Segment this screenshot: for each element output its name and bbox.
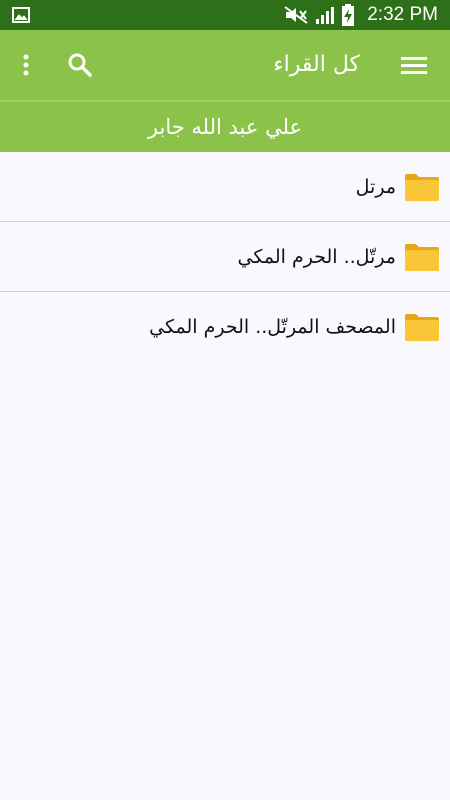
list-item[interactable]: المصحف المرتّل.. الحرم المكي — [0, 292, 450, 361]
folder-icon — [405, 173, 439, 201]
mute-icon — [284, 6, 308, 24]
recitation-list: مرتل مرتّل.. الحرم المكي المصحف المرتّل.… — [0, 152, 450, 361]
search-icon — [68, 53, 92, 77]
list-item-label: المصحف المرتّل.. الحرم المكي — [149, 315, 396, 338]
menu-button[interactable] — [390, 30, 438, 100]
app-bar: كل القراء — [0, 30, 450, 100]
list-item-label: مرتل — [355, 175, 396, 198]
folder-icon — [405, 243, 439, 271]
signal-icon — [316, 7, 335, 24]
more-vertical-icon — [23, 54, 29, 76]
folder-icon — [405, 313, 439, 341]
list-item[interactable]: مرتّل.. الحرم المكي — [0, 222, 450, 292]
status-indicators: 2:32 PM — [283, 0, 438, 30]
list-item-label: مرتّل.. الحرم المكي — [237, 245, 396, 268]
hamburger-menu-icon — [401, 57, 427, 74]
list-item[interactable]: مرتل — [0, 152, 450, 222]
reciter-name-header: علي عبد الله جابر — [0, 100, 450, 152]
search-button[interactable] — [56, 30, 104, 100]
image-icon — [12, 7, 30, 23]
battery-charging-icon — [342, 4, 355, 26]
status-bar: 2:32 PM — [0, 0, 450, 30]
more-options-button[interactable] — [4, 30, 48, 100]
app-title: كل القراء — [273, 52, 360, 77]
status-time: 2:32 PM — [367, 4, 438, 25]
